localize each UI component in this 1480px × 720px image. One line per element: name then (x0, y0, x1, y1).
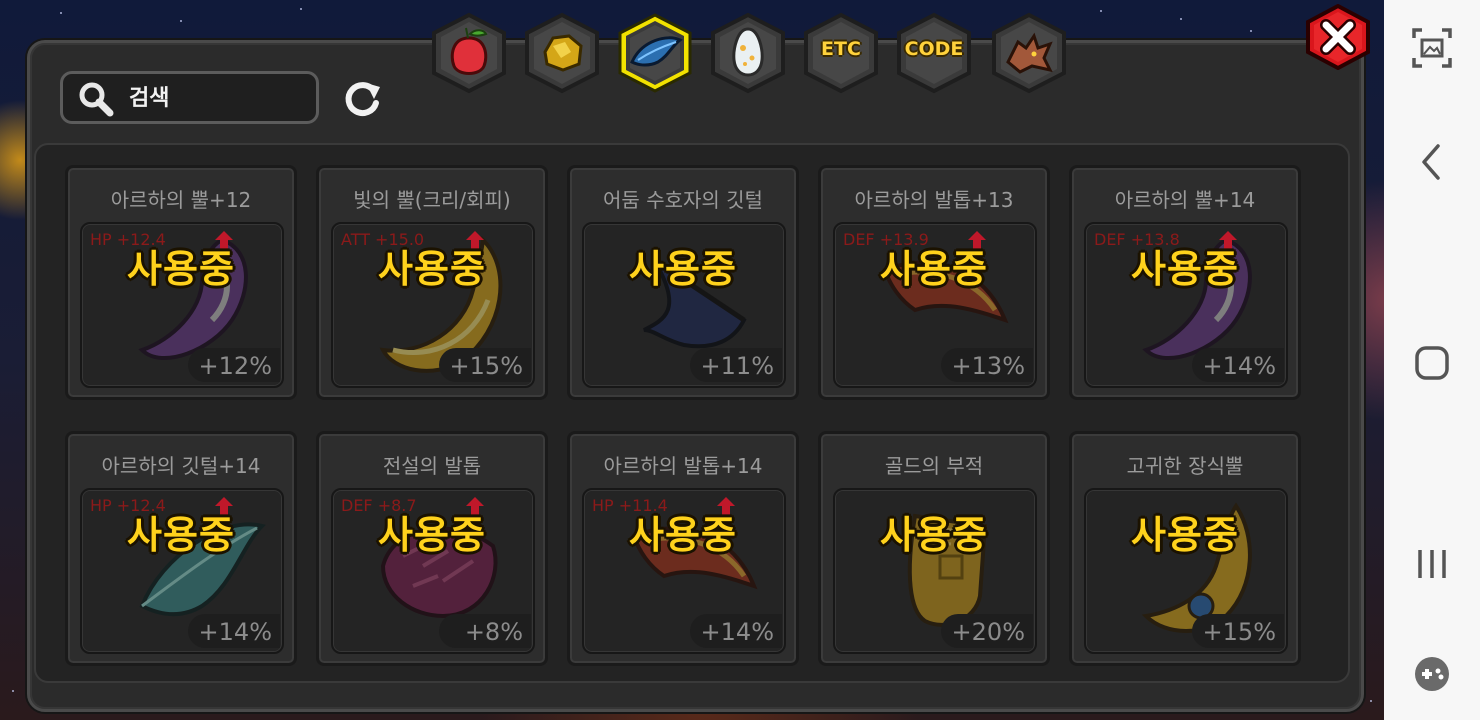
item-name: 아르하의 뿔+12 (110, 188, 252, 212)
search-icon (79, 82, 114, 117)
item-bonus: +11% (700, 352, 774, 380)
gold-ore-icon (543, 34, 583, 72)
in-use-label: 사용중 (880, 513, 988, 557)
tab-ore[interactable] (521, 12, 603, 94)
item-bonus: +8% (464, 618, 523, 646)
close-icon (1320, 19, 1356, 55)
item-bonus: +15% (1202, 618, 1276, 646)
item-bonus: +12% (198, 352, 272, 380)
in-use-label: 사용중 (880, 247, 988, 291)
dragon-head-icon (1006, 32, 1053, 74)
tab-dragon[interactable] (988, 12, 1070, 94)
game-tools-icon[interactable] (1410, 652, 1454, 696)
item-card[interactable]: 전설의 발톱 DEF +8.7 +8% 사용중 (316, 431, 548, 666)
item-name: 어둠 수호자의 깃털 (603, 188, 763, 212)
tab-etc[interactable]: ETC (800, 12, 882, 94)
item-card[interactable]: 아르하의 깃털+14 HP +12.4 +14% 사용중 (65, 431, 297, 666)
in-use-label: 사용중 (127, 513, 235, 557)
item-name: 빛의 뿔(크리/회피) (353, 188, 511, 212)
item-card[interactable]: 아르하의 뿔+12 HP +12.4 +12% 사용중 (65, 165, 297, 400)
recents-icon[interactable] (1410, 542, 1454, 586)
refresh-icon[interactable] (340, 77, 384, 121)
egg-icon (732, 27, 764, 77)
fruit-icon (450, 27, 488, 75)
item-bonus: +14% (1202, 352, 1276, 380)
tab-feather[interactable] (614, 12, 696, 94)
item-name: 고귀한 장식뿔 (1126, 454, 1244, 478)
home-icon[interactable] (1410, 341, 1454, 385)
item-card[interactable]: 고귀한 장식뿔 +15% 사용중 (1069, 431, 1301, 666)
item-card[interactable]: 아르하의 발톱+14 HP +11.4 +14% 사용중 (567, 431, 799, 666)
in-use-label: 사용중 (629, 247, 737, 291)
close-button[interactable] (1304, 4, 1372, 70)
system-nav-bar (1384, 0, 1480, 720)
in-use-label: 사용중 (378, 247, 486, 291)
item-card[interactable]: 빛의 뿔(크리/회피) ATT +15.0 +15% 사용중 (316, 165, 548, 400)
in-use-label: 사용중 (378, 513, 486, 557)
item-name: 전설의 발톱 (382, 454, 482, 478)
item-card[interactable]: 아르하의 뿔+14 DEF +13.8 +14% 사용중 (1069, 165, 1301, 400)
blue-feather-icon (630, 36, 683, 67)
back-icon[interactable] (1410, 140, 1454, 184)
tab-code[interactable]: CODE (893, 12, 975, 94)
item-name: 골드의 부적 (884, 454, 984, 478)
item-card[interactable]: 아르하의 발톱+13 DEF +13.9 +13% 사용중 (818, 165, 1050, 400)
tab-etc-label: ETC (821, 38, 861, 60)
item-name: 아르하의 깃털+14 (101, 454, 261, 478)
tab-code-label: CODE (904, 38, 964, 60)
item-bonus: +14% (700, 618, 774, 646)
tab-fruit[interactable] (428, 12, 510, 94)
item-bonus: +13% (951, 352, 1025, 380)
item-bonus: +15% (449, 352, 523, 380)
item-card[interactable]: 어둠 수호자의 깃털 +11% 사용중 (567, 165, 799, 400)
in-use-label: 사용중 (127, 247, 235, 291)
item-card[interactable]: 골드의 부적 +20% 사용중 (818, 431, 1050, 666)
in-use-label: 사용중 (1131, 247, 1239, 291)
item-name: 아르하의 발톱+14 (603, 454, 763, 478)
in-use-label: 사용중 (629, 513, 737, 557)
item-bonus: +20% (951, 618, 1025, 646)
item-name: 아르하의 뿔+14 (1114, 188, 1256, 212)
tab-egg[interactable] (707, 12, 789, 94)
search-box[interactable] (60, 71, 319, 124)
screenshot-icon[interactable] (1410, 26, 1454, 70)
item-bonus: +14% (198, 618, 272, 646)
in-use-label: 사용중 (1131, 513, 1239, 557)
item-name: 아르하의 발톱+13 (854, 188, 1014, 212)
search-input[interactable] (129, 82, 309, 114)
